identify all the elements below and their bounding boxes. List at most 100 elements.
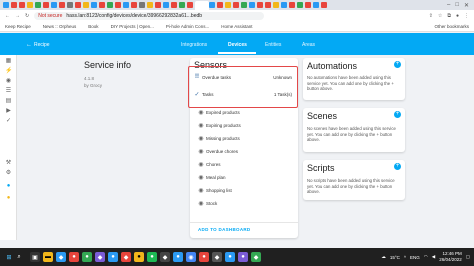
tab-favicon[interactable] <box>187 2 193 8</box>
back-icon[interactable]: ← <box>5 13 10 19</box>
add-scene-button[interactable]: + <box>394 111 401 118</box>
tab-favicon[interactable] <box>35 2 41 8</box>
bookmark-item[interactable]: Keep Recipe <box>5 24 31 29</box>
tab-favicon[interactable] <box>297 2 303 8</box>
tab-favicon[interactable] <box>19 2 25 8</box>
sensor-row[interactable]: ◉ Missing products <box>196 134 239 142</box>
task-view-icon[interactable]: ▣ <box>30 252 40 262</box>
tab-favicon[interactable] <box>83 2 89 8</box>
tab-entities[interactable]: Entities <box>265 42 281 48</box>
sidebar-overview-icon[interactable]: ▦ <box>5 58 12 64</box>
tab-favicon[interactable] <box>171 2 177 8</box>
menu-icon[interactable]: ⋮ <box>464 13 469 19</box>
app-icon[interactable]: ● <box>82 252 92 262</box>
app-icon[interactable]: ◆ <box>95 252 105 262</box>
tab-favicon[interactable] <box>123 2 129 8</box>
app-icon[interactable]: ● <box>225 252 235 262</box>
tab-favicon[interactable] <box>139 2 145 8</box>
tab-favicon[interactable] <box>11 2 17 8</box>
tab-favicon[interactable] <box>75 2 81 8</box>
not-secure-label[interactable]: Not secure <box>38 13 62 19</box>
minimize-icon[interactable]: – <box>447 2 450 9</box>
app-icon[interactable]: ● <box>69 252 79 262</box>
extensions-icon[interactable]: ⧉ <box>447 13 451 19</box>
share-icon[interactable]: ⇪ <box>429 13 433 19</box>
tab-favicon[interactable] <box>163 2 169 8</box>
tab-favicon[interactable] <box>305 2 311 8</box>
clock[interactable]: 12:46 PM 26/04/2022 <box>439 251 462 263</box>
close-icon[interactable]: ✕ <box>464 2 469 9</box>
sidebar-user-avatar[interactable]: ● <box>5 195 12 201</box>
sidebar-history-icon[interactable]: ▤ <box>5 98 12 104</box>
tab-favicon[interactable] <box>27 2 33 8</box>
app-icon[interactable]: ● <box>108 252 118 262</box>
add-script-button[interactable]: + <box>394 163 401 170</box>
app-icon[interactable]: ● <box>134 252 144 262</box>
tab-favicon[interactable] <box>281 2 287 8</box>
tab-favicon[interactable] <box>217 2 223 8</box>
search-icon[interactable]: ⌕ <box>14 252 24 262</box>
bookmark-item[interactable]: Home Assistant <box>221 24 252 29</box>
sensor-row-tasks[interactable]: ✓ Tasks 1 Task(s) <box>192 90 292 98</box>
tab-favicon[interactable] <box>249 2 255 8</box>
tab-favicon[interactable] <box>59 2 65 8</box>
sidebar-notifications-icon[interactable]: ● <box>5 183 12 189</box>
sidebar-logbook-icon[interactable]: ☰ <box>5 88 12 94</box>
weather-icon[interactable]: ☁ <box>381 254 386 260</box>
tab-integrations[interactable]: Integrations <box>181 42 207 48</box>
tab-favicon[interactable] <box>43 2 49 8</box>
sensor-row[interactable]: ◉ Stock <box>196 199 217 207</box>
tab-favicon[interactable] <box>91 2 97 8</box>
tray-chevron-icon[interactable]: ^ <box>404 255 406 260</box>
app-icon[interactable]: ● <box>173 252 183 262</box>
tab-favicon[interactable] <box>241 2 247 8</box>
url-field[interactable]: Not secure hass.lan:8123/config/devices/… <box>34 12 265 20</box>
add-to-dashboard-button[interactable]: ADD TO DASHBOARD <box>198 227 250 232</box>
tab-favicon[interactable] <box>67 2 73 8</box>
bookmark-item[interactable]: DIY Projects | Open... <box>111 24 154 29</box>
bookmark-item[interactable]: News :: Orpheus <box>43 24 77 29</box>
tab-favicon[interactable] <box>273 2 279 8</box>
tab-favicon[interactable] <box>179 2 185 8</box>
tab-favicon[interactable] <box>99 2 105 8</box>
sidebar-developer-icon[interactable]: ⚒ <box>5 160 12 166</box>
back-arrow-icon[interactable]: ← <box>26 42 32 48</box>
bookmark-item[interactable]: Book <box>88 24 98 29</box>
tab-favicon[interactable] <box>131 2 137 8</box>
sensor-row[interactable]: ◉ Overdue chores <box>196 147 238 155</box>
bookmark-item[interactable]: Pi-hole Admin Cons... <box>166 24 209 29</box>
sidebar-media-icon[interactable]: ▶ <box>5 108 12 114</box>
tab-favicon[interactable] <box>233 2 239 8</box>
sensor-row[interactable]: ◉ Expired products <box>196 108 239 116</box>
tab-favicon[interactable] <box>257 2 263 8</box>
sidebar-todo-icon[interactable]: ✓ <box>5 118 12 124</box>
sensor-row[interactable]: ◉ Chores <box>196 160 220 168</box>
wifi-icon[interactable]: ◠ <box>424 254 428 260</box>
language[interactable]: ENG <box>410 255 420 260</box>
url-text[interactable]: hass.lan:8123/config/devices/device/3996… <box>66 13 202 19</box>
active-tab[interactable] <box>195 1 209 10</box>
star-icon[interactable]: ☆ <box>438 13 442 19</box>
tab-favicon[interactable] <box>3 2 9 8</box>
tab-favicon[interactable] <box>321 2 327 8</box>
tab-devices[interactable]: Devices <box>228 42 247 48</box>
sensor-row[interactable]: ◉ Expiring products <box>196 121 240 129</box>
chrome-icon[interactable]: ◉ <box>186 252 196 262</box>
forward-icon[interactable]: → <box>15 13 20 19</box>
explorer-icon[interactable]: ▬ <box>43 252 53 262</box>
tab-areas[interactable]: Areas <box>302 42 315 48</box>
volume-icon[interactable]: ◀ <box>432 254 435 260</box>
sensor-row[interactable]: ◉ Meal plan <box>196 173 225 181</box>
sensor-row[interactable]: ◉ Shopping list <box>196 186 231 194</box>
app-icon[interactable]: ◆ <box>160 252 170 262</box>
tab-favicon[interactable] <box>225 2 231 8</box>
app-icon[interactable]: ● <box>199 252 209 262</box>
tab-favicon[interactable] <box>155 2 161 8</box>
tab-favicon[interactable] <box>147 2 153 8</box>
sensor-row-overdue-tasks[interactable]: !! Overdue tasks Unknown <box>192 73 292 81</box>
sidebar-energy-icon[interactable]: ⚡ <box>5 68 12 74</box>
add-automation-button[interactable]: + <box>394 61 401 68</box>
app-icon[interactable]: ◆ <box>212 252 222 262</box>
sidebar-settings-icon[interactable]: ⚙ <box>5 170 12 176</box>
tab-favicon[interactable] <box>265 2 271 8</box>
